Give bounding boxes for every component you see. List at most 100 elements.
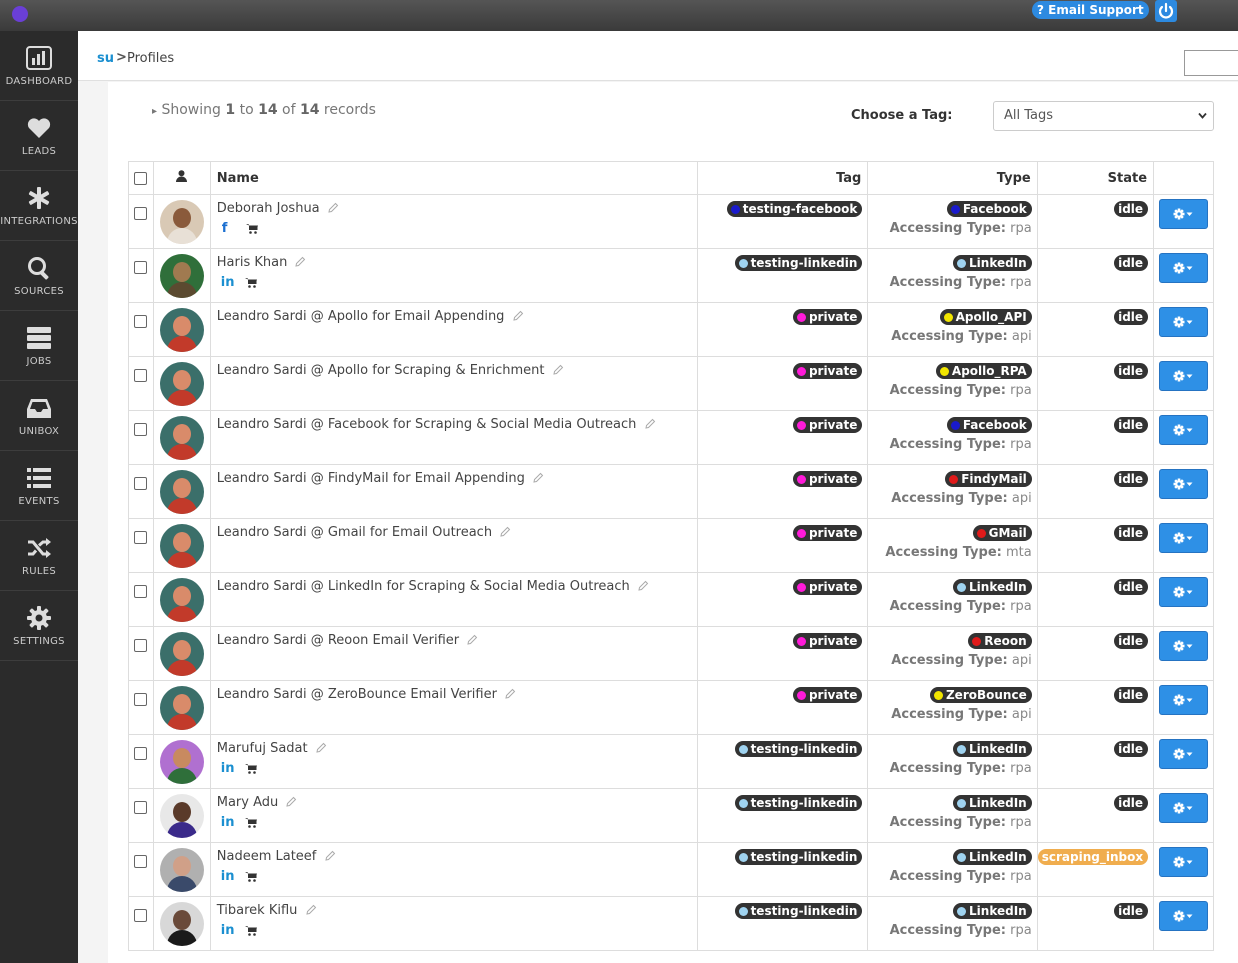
cart-icon[interactable]	[244, 277, 257, 288]
profile-name[interactable]: Haris Khan	[217, 255, 288, 270]
row-checkbox[interactable]	[134, 855, 148, 868]
profile-name[interactable]: Leandro Sardi @ Reoon Email Verifier	[217, 633, 459, 648]
linkedin-icon[interactable]: in	[221, 869, 237, 884]
row-actions-button[interactable]	[1159, 469, 1209, 499]
profile-name[interactable]: Leandro Sardi @ Facebook for Scraping & …	[217, 417, 637, 432]
avatar[interactable]	[159, 686, 204, 730]
avatar[interactable]	[159, 902, 204, 946]
app-logo[interactable]	[12, 6, 28, 22]
row-checkbox[interactable]	[134, 207, 148, 220]
tag-badge[interactable]: testing-linkedin	[734, 903, 863, 919]
avatar[interactable]	[159, 632, 204, 676]
row-actions-button[interactable]	[1159, 523, 1209, 553]
profile-name[interactable]: Tibarek Kiflu	[217, 903, 298, 918]
row-checkbox[interactable]	[134, 531, 148, 544]
profile-name[interactable]: Mary Adu	[217, 795, 279, 810]
row-actions-button[interactable]	[1159, 847, 1209, 877]
tag-badge[interactable]: private	[792, 579, 863, 595]
row-checkbox[interactable]	[134, 477, 148, 490]
tag-badge[interactable]: private	[792, 633, 863, 649]
tag-badge[interactable]: testing-linkedin	[734, 849, 863, 865]
avatar[interactable]	[159, 308, 204, 352]
pencil-icon[interactable]	[316, 742, 327, 753]
sidebar-item-dashboard[interactable]: DASHBOARD	[0, 31, 78, 101]
tag-header[interactable]: Tag	[696, 161, 869, 195]
row-checkbox[interactable]	[134, 261, 148, 274]
row-checkbox[interactable]	[134, 369, 148, 382]
pencil-icon[interactable]	[553, 364, 564, 375]
sidebar-item-settings[interactable]: SETTINGS	[0, 591, 78, 661]
cart-icon[interactable]	[244, 817, 257, 828]
select-all-checkbox[interactable]	[134, 171, 148, 185]
power-icon[interactable]	[1155, 0, 1177, 22]
row-actions-button[interactable]	[1159, 631, 1209, 661]
row-actions-button[interactable]	[1159, 253, 1209, 283]
avatar[interactable]	[159, 362, 204, 406]
row-actions-button[interactable]	[1159, 739, 1209, 769]
avatar[interactable]	[159, 794, 204, 838]
linkedin-icon[interactable]: in	[221, 275, 237, 290]
row-checkbox[interactable]	[134, 801, 148, 814]
profile-name[interactable]: Leandro Sardi @ FindyMail for Email Appe…	[217, 471, 525, 486]
avatar[interactable]	[159, 470, 204, 514]
tag-badge[interactable]: private	[792, 309, 863, 325]
row-actions-button[interactable]	[1159, 685, 1209, 715]
avatar[interactable]	[159, 254, 204, 298]
profile-name[interactable]: Leandro Sardi @ Apollo for Scraping & En…	[217, 363, 545, 378]
avatar[interactable]	[159, 848, 204, 892]
cart-icon[interactable]	[244, 763, 257, 774]
sidebar-item-rules[interactable]: RULES	[0, 521, 78, 591]
breadcrumb-root-link[interactable]: su	[97, 51, 114, 66]
profile-name[interactable]: Leandro Sardi @ Apollo for Email Appendi…	[217, 309, 505, 324]
pencil-icon[interactable]	[324, 850, 336, 861]
pencil-icon[interactable]	[638, 580, 649, 591]
pencil-icon[interactable]	[505, 688, 516, 699]
state-header[interactable]: State	[1036, 161, 1155, 195]
pencil-icon[interactable]	[533, 472, 544, 483]
tag-filter-select[interactable]: All Tags	[993, 101, 1214, 131]
tag-badge[interactable]: private	[792, 687, 863, 703]
row-checkbox[interactable]	[134, 747, 148, 760]
pencil-icon[interactable]	[305, 904, 317, 915]
tag-badge[interactable]: private	[792, 417, 863, 433]
sidebar-item-unibox[interactable]: UNIBOX	[0, 381, 78, 451]
profile-name[interactable]: Marufuj Sadat	[217, 741, 308, 756]
linkedin-icon[interactable]: in	[221, 923, 237, 938]
cart-icon[interactable]	[244, 871, 257, 882]
pencil-icon[interactable]	[500, 526, 511, 537]
type-header[interactable]: Type	[867, 161, 1038, 195]
tag-badge[interactable]: private	[792, 471, 863, 487]
name-header[interactable]: Name	[209, 161, 698, 195]
sidebar-item-events[interactable]: EVENTS	[0, 451, 78, 521]
pencil-icon[interactable]	[328, 202, 339, 213]
tag-badge[interactable]: testing-linkedin	[734, 255, 863, 271]
avatar[interactable]	[159, 416, 204, 460]
profile-name[interactable]: Leandro Sardi @ Gmail for Email Outreach	[217, 525, 492, 540]
row-actions-button[interactable]	[1159, 199, 1209, 229]
cart-icon[interactable]	[244, 925, 257, 936]
tag-badge[interactable]: testing-facebook	[726, 201, 863, 217]
row-checkbox[interactable]	[134, 423, 148, 436]
avatar[interactable]	[159, 740, 204, 784]
tag-badge[interactable]: private	[792, 525, 863, 541]
row-actions-button[interactable]	[1159, 415, 1209, 445]
tag-badge[interactable]: private	[792, 363, 863, 379]
sidebar-item-leads[interactable]: LEADS	[0, 101, 78, 171]
row-checkbox[interactable]	[134, 909, 148, 922]
profile-name[interactable]: Nadeem Lateef	[217, 849, 317, 864]
row-checkbox[interactable]	[134, 585, 148, 598]
facebook-icon[interactable]: f	[222, 221, 238, 236]
sidebar-item-jobs[interactable]: JOBS	[0, 311, 78, 381]
cart-icon[interactable]	[245, 223, 258, 234]
tag-badge[interactable]: testing-linkedin	[734, 795, 863, 811]
linkedin-icon[interactable]: in	[221, 761, 237, 776]
profile-name[interactable]: Deborah Joshua	[217, 201, 320, 216]
pencil-icon[interactable]	[286, 796, 297, 807]
profile-name[interactable]: Leandro Sardi @ ZeroBounce Email Verifie…	[217, 687, 497, 702]
top-search-input[interactable]	[1184, 50, 1238, 76]
avatar[interactable]	[159, 578, 204, 622]
tag-badge[interactable]: testing-linkedin	[734, 741, 863, 757]
row-actions-button[interactable]	[1159, 793, 1209, 823]
row-checkbox[interactable]	[134, 693, 148, 706]
pencil-icon[interactable]	[295, 256, 306, 267]
